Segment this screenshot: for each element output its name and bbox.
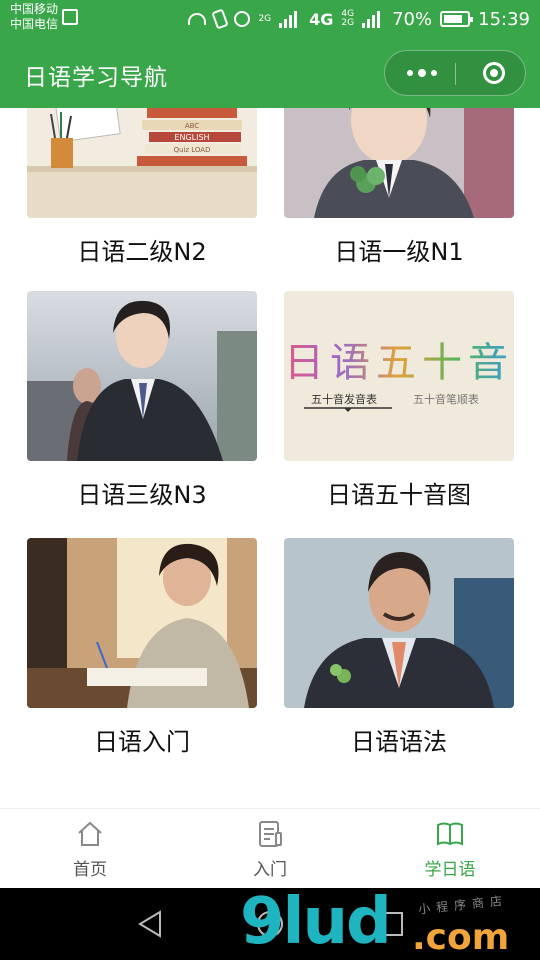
vibrate-icon bbox=[211, 8, 230, 30]
tab-learn-japanese[interactable]: 学日语 bbox=[390, 819, 510, 880]
course-card-n3[interactable]: 日语三级N3 bbox=[27, 291, 257, 510]
course-image-n1 bbox=[284, 108, 514, 218]
course-image-grammar bbox=[284, 538, 514, 708]
tab-intro[interactable]: 入门 bbox=[210, 819, 330, 880]
tab-label: 学日语 bbox=[424, 860, 476, 880]
course-grid: ENGLISH ABC Quiz LOAD 日语二级N2 日语一级N1 日语三级… bbox=[0, 108, 540, 808]
network-2g: 2G bbox=[258, 13, 272, 24]
book-icon bbox=[437, 822, 463, 846]
course-image-n2: ENGLISH ABC Quiz LOAD bbox=[27, 108, 257, 218]
course-image-n3 bbox=[27, 291, 257, 461]
course-image-beginner bbox=[27, 538, 257, 708]
watermark-logo: 9lud bbox=[240, 885, 392, 959]
bottom-tab-bar: 首页 入门 学日语 bbox=[0, 808, 540, 889]
gojuon-link-stroke: 五十音笔顺表 bbox=[413, 392, 479, 406]
tab-label: 首页 bbox=[73, 860, 107, 880]
carrier-info: 中国移动 中国电信 bbox=[10, 2, 58, 32]
course-title: 日语五十音图 bbox=[327, 481, 471, 509]
status-icons: 2G 4G 4G 2G 70% 15:39 bbox=[188, 6, 530, 32]
course-card-beginner[interactable]: 日语入门 bbox=[27, 538, 257, 757]
course-card-n2[interactable]: ENGLISH ABC Quiz LOAD 日语二级N2 bbox=[27, 108, 257, 267]
signal-icon bbox=[279, 10, 301, 28]
home-icon bbox=[78, 821, 102, 846]
more-button[interactable] bbox=[407, 65, 437, 81]
course-card-n1[interactable]: 日语一级N1 bbox=[284, 108, 514, 267]
watermark-domain: .com bbox=[412, 917, 510, 958]
course-title: 日语语法 bbox=[351, 728, 447, 756]
tab-label: 入门 bbox=[253, 860, 287, 880]
carrier-1: 中国移动 bbox=[10, 2, 59, 16]
page-title: 日语学习导航 bbox=[24, 65, 168, 91]
alarm-icon bbox=[234, 11, 251, 27]
capsule-divider bbox=[455, 63, 456, 85]
navigation-bar: 日语学习导航 bbox=[0, 38, 540, 108]
course-title: 日语二级N2 bbox=[77, 238, 207, 266]
clock: 15:39 bbox=[478, 8, 530, 30]
course-card-grammar[interactable]: 日语语法 bbox=[284, 538, 514, 757]
sim-icon bbox=[62, 9, 78, 25]
battery-percent: 70% bbox=[392, 8, 433, 30]
gojuon-link-pronounce: 五十音发音表 bbox=[311, 392, 377, 406]
headset-icon bbox=[188, 13, 207, 25]
book-spine-text: ABC bbox=[185, 122, 199, 130]
course-image-gojuon: 日语五十音 五十音发音表 五十音笔顺表 bbox=[284, 291, 514, 461]
book-spine-text: ENGLISH bbox=[174, 133, 209, 142]
network-4g: 4G bbox=[309, 9, 334, 29]
course-title: 日语三级N3 bbox=[77, 481, 207, 509]
gojuon-title: 日语五十音 bbox=[284, 340, 514, 386]
battery-icon bbox=[440, 11, 474, 27]
book-spine-text: Quiz LOAD bbox=[173, 146, 210, 154]
course-card-gojuon[interactable]: 日语五十音 五十音发音表 五十音笔顺表 日语五十音图 bbox=[284, 291, 514, 510]
miniprogram-capsule bbox=[384, 50, 526, 96]
close-button[interactable] bbox=[483, 62, 505, 84]
carrier-2: 中国电信 bbox=[10, 17, 59, 31]
network-dual: 4G 2G bbox=[341, 9, 355, 28]
course-title: 日语一级N1 bbox=[334, 238, 464, 266]
document-icon bbox=[259, 821, 282, 847]
signal-icon-2 bbox=[362, 10, 384, 28]
status-bar: 中国移动 中国电信 2G 4G 4G 2G 70% 15:39 bbox=[0, 0, 540, 38]
back-icon[interactable] bbox=[138, 910, 161, 938]
course-title: 日语入门 bbox=[94, 728, 190, 756]
tab-home[interactable]: 首页 bbox=[30, 819, 150, 880]
